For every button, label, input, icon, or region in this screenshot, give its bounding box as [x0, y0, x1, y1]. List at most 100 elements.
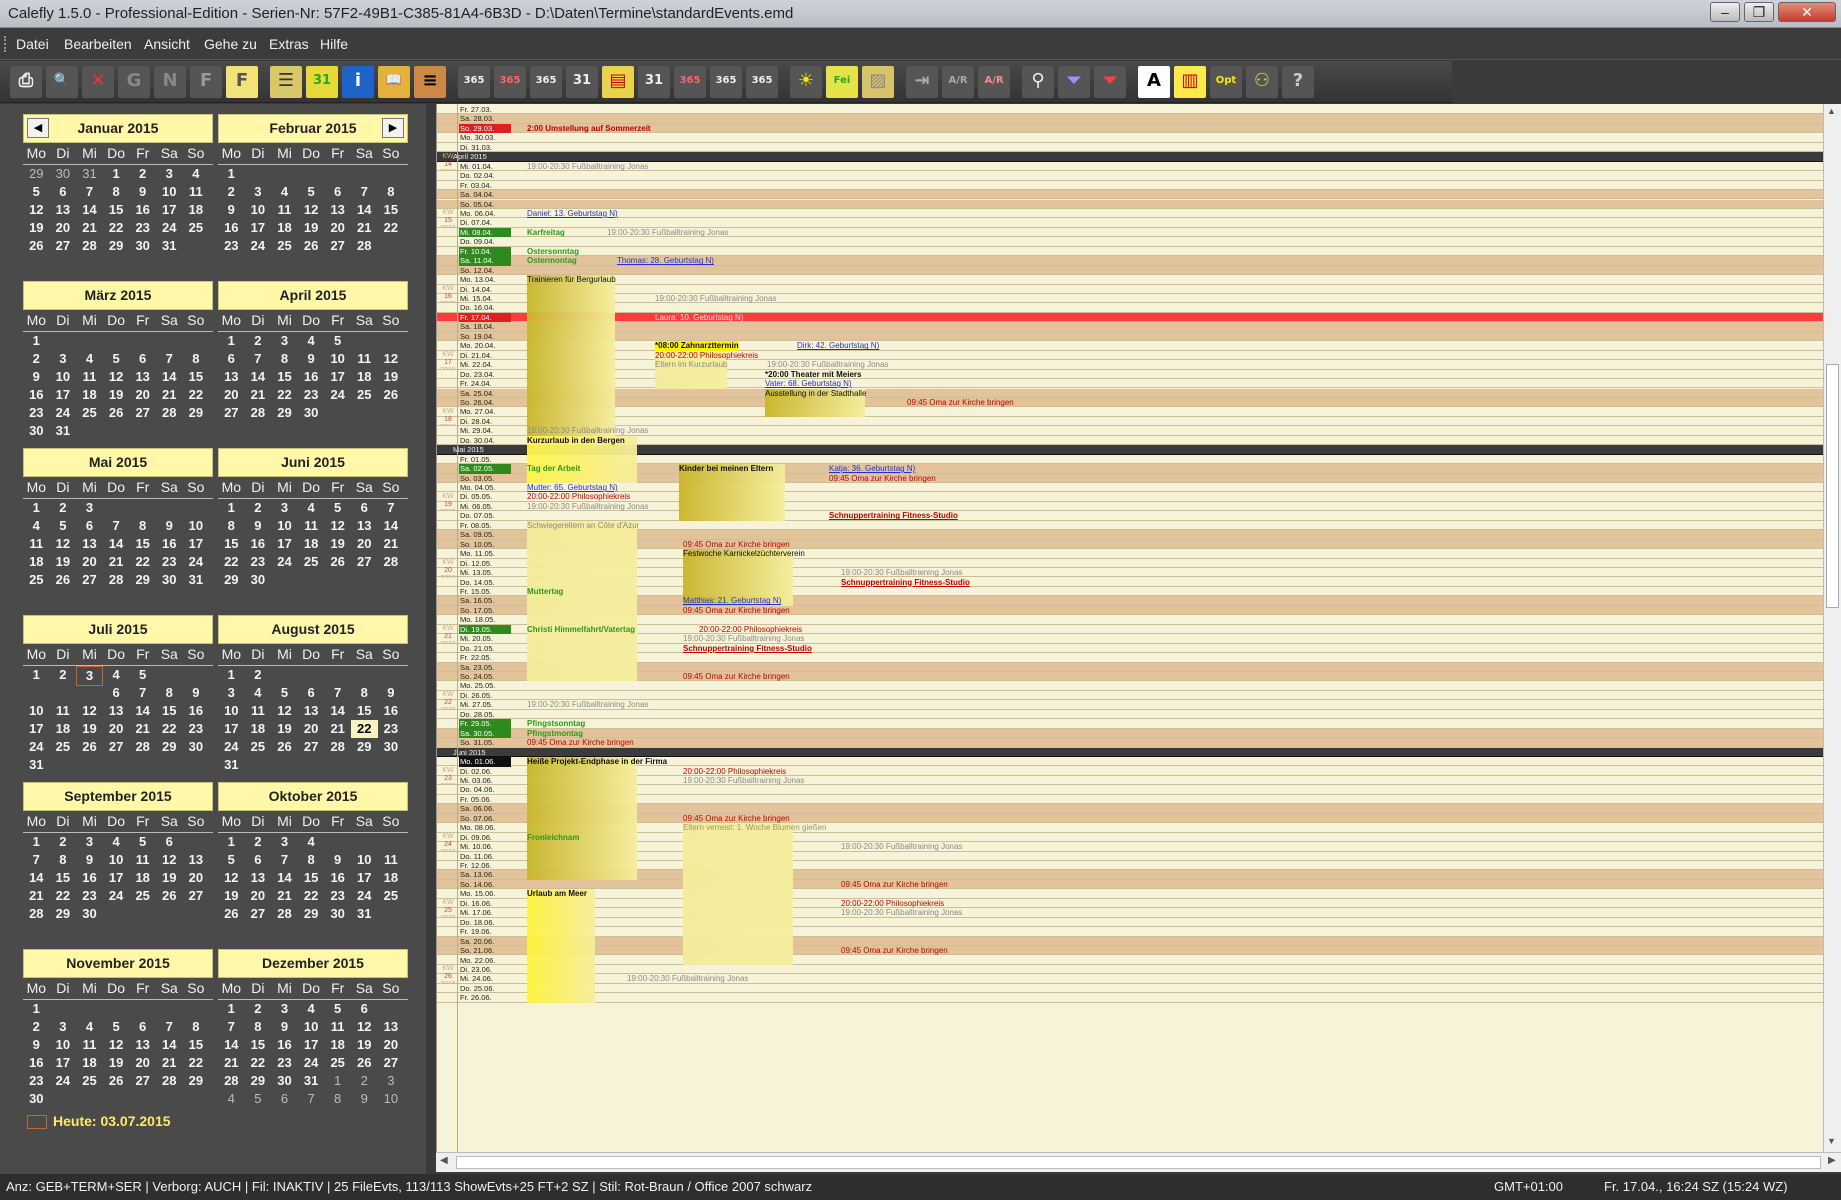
day-cell[interactable]: 29 — [351, 738, 378, 756]
day-cell[interactable]: 23 — [378, 720, 405, 738]
day-cell[interactable]: 10 — [50, 368, 77, 386]
day-cell[interactable]: 22 — [378, 219, 405, 237]
day-row[interactable]: Fr. 15.05. — [437, 586, 1823, 597]
day-cell[interactable]: 8 — [271, 350, 298, 368]
f2-button[interactable]: F — [226, 66, 258, 98]
day-cell[interactable]: 1 — [218, 499, 245, 517]
day-cell[interactable]: 8 — [129, 517, 156, 535]
day-cell[interactable]: 14 — [103, 535, 130, 553]
day-row[interactable]: Mo. 15.06. — [437, 889, 1823, 899]
day-cell[interactable]: 17 — [298, 1036, 325, 1054]
day-cell[interactable]: 4 — [103, 666, 130, 684]
day-cell[interactable]: 14 — [271, 869, 298, 887]
day-cell[interactable]: 23 — [129, 219, 156, 237]
day-cell[interactable]: 10 — [298, 1018, 325, 1036]
day-cell[interactable]: 22 — [218, 553, 245, 571]
day-cell[interactable]: 22 — [245, 1054, 272, 1072]
day-list[interactable]: Fr. 27.03. Sa. 28.03. So. 29.03. Mo. 30.03.… — [436, 104, 1823, 1152]
day-cell[interactable]: 11 — [76, 1036, 103, 1054]
vertical-scrollbar[interactable]: ▲ ▼ — [1823, 104, 1841, 1152]
day-cell[interactable]: 4 — [298, 332, 325, 350]
day-cell[interactable]: 18 — [324, 1036, 351, 1054]
day-cell[interactable]: 6 — [129, 350, 156, 368]
day-cell[interactable]: 12 — [103, 368, 130, 386]
event-label[interactable]: 09:45 Oma zur Kirche bringen — [841, 880, 948, 889]
day-cell[interactable]: 9 — [245, 517, 272, 535]
day-row[interactable]: Sa. 30.05. — [437, 728, 1823, 739]
day-cell[interactable]: 15 — [298, 869, 325, 887]
day-cell[interactable]: 27 — [129, 1072, 156, 1090]
event-label[interactable]: 19:00-20:30 Fußballtraining Jonas — [527, 162, 648, 171]
day-row[interactable]: Do. 02.04. — [437, 171, 1823, 181]
day-cell[interactable]: 20 — [103, 720, 130, 738]
day-cell[interactable]: 22 — [271, 386, 298, 404]
day-cell[interactable]: 20 — [50, 219, 77, 237]
day-row[interactable]: Di. 14.04. — [437, 284, 1823, 294]
event-label[interactable]: 09:45 Oma zur Kirche bringen — [683, 814, 790, 823]
day-cell[interactable]: 21 — [351, 219, 378, 237]
day-cell[interactable]: 19 — [324, 535, 351, 553]
event-label[interactable]: Heiße Projekt-Endphase in der Firma — [527, 757, 667, 766]
day-cell[interactable]: 31 — [351, 905, 378, 923]
event-label[interactable]: 19:00-20:30 Fußballtraining Jonas — [527, 502, 648, 511]
flag-button[interactable]: ▤ — [602, 66, 634, 98]
day-cell[interactable]: 2 — [245, 1000, 272, 1018]
day-cell[interactable]: 14 — [378, 517, 405, 535]
day-cell[interactable]: 24 — [351, 887, 378, 905]
day-row[interactable]: Mo. 13.04. — [437, 275, 1823, 285]
event-label[interactable]: Schnuppertraining Fitness-Studio — [683, 644, 812, 653]
down365-button[interactable]: 365 — [674, 66, 706, 98]
day-cell[interactable]: 30 — [245, 571, 272, 589]
day-cell[interactable]: 24 — [298, 1054, 325, 1072]
event-label[interactable]: Daniel: 13. Geburtstag N) — [527, 209, 618, 218]
day-row[interactable]: Mo. 06.04. — [437, 208, 1823, 219]
day-cell[interactable]: 28 — [271, 905, 298, 923]
day-cell[interactable]: 19 — [156, 869, 183, 887]
maximize-button[interactable]: ❐ — [1744, 2, 1774, 22]
day-cell[interactable]: 18 — [298, 535, 325, 553]
day-row[interactable]: Di. 07.04. — [437, 218, 1823, 228]
day-cell[interactable]: 20 — [378, 1036, 405, 1054]
scroll-thumb[interactable] — [1826, 364, 1839, 608]
day-cell[interactable]: 26 — [351, 1054, 378, 1072]
day-cell[interactable]: 7 — [156, 350, 183, 368]
day-cell[interactable]: 1 — [103, 165, 130, 183]
view-list-button[interactable]: ☰ — [270, 66, 302, 98]
day-cell[interactable]: 14 — [129, 702, 156, 720]
day-row[interactable]: So. 10.05. — [437, 539, 1823, 550]
day-cell[interactable]: 2 — [23, 1018, 50, 1036]
day-cell[interactable]: 14 — [218, 1036, 245, 1054]
day-cell[interactable]: 28 — [351, 237, 378, 255]
day-cell[interactable]: 26 — [103, 404, 130, 422]
day-cell[interactable]: 15 — [129, 535, 156, 553]
day-row[interactable]: Fr. 05.06. — [437, 794, 1823, 805]
event-label[interactable]: 2:00 Umstellung auf Sommerzeit — [527, 124, 651, 133]
day-cell[interactable]: 26 — [156, 887, 183, 905]
day-cell[interactable]: 22 — [298, 887, 325, 905]
day-cell[interactable]: 5 — [324, 332, 351, 350]
day-cell[interactable]: 1 — [23, 332, 50, 350]
day-cell[interactable]: 13 — [245, 869, 272, 887]
day-cell[interactable]: 11 — [324, 1018, 351, 1036]
day-row[interactable]: Do. 18.06. — [437, 917, 1823, 928]
day-cell[interactable]: 18 — [271, 219, 298, 237]
day-row[interactable]: Do. 11.06. — [437, 851, 1823, 861]
day-cell[interactable]: 20 — [76, 553, 103, 571]
event-label[interactable]: 19:00-20:30 Fußballtraining Jonas — [527, 426, 648, 435]
day-cell[interactable]: 29 — [103, 237, 130, 255]
day-row[interactable]: Mi. 20.05. — [437, 634, 1823, 644]
day-row[interactable]: Mi. 22.04. — [437, 360, 1823, 370]
day-cell[interactable]: 21 — [129, 720, 156, 738]
day-cell[interactable]: 8 — [156, 684, 183, 702]
day-cell[interactable]: 31 — [298, 1072, 325, 1090]
day-row[interactable]: Do. 28.05. — [437, 709, 1823, 720]
event-label[interactable]: 09:45 Oma zur Kirche bringen — [683, 606, 790, 615]
day-cell[interactable]: 30 — [156, 571, 183, 589]
day-cell[interactable]: 2 — [245, 833, 272, 851]
day-cell[interactable]: 2 — [50, 666, 77, 684]
day-cell[interactable]: 18 — [76, 386, 103, 404]
day-cell[interactable]: 31 — [76, 165, 103, 183]
day-cell[interactable]: 4 — [298, 833, 325, 851]
day-cell[interactable]: 25 — [50, 738, 77, 756]
menu-gehe-zu[interactable]: Gehe zu — [204, 36, 257, 52]
